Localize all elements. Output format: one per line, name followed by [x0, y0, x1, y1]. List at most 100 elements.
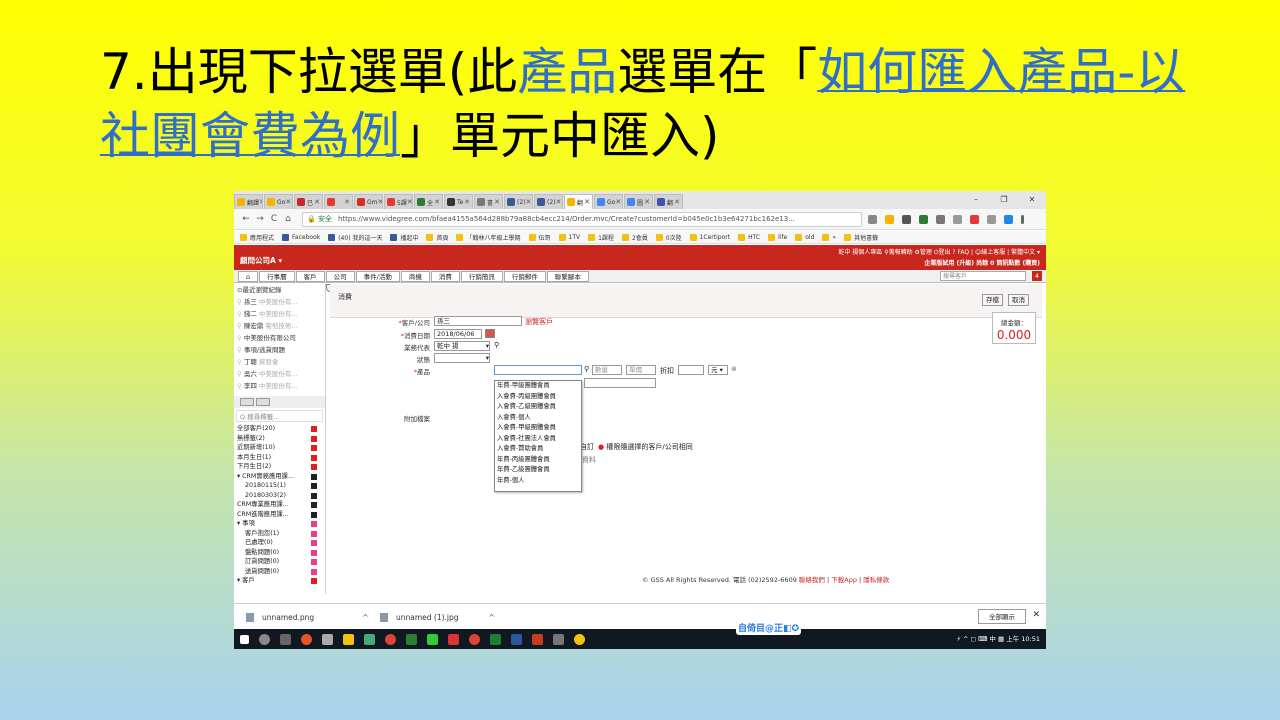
tag-item[interactable]: 本月生日(1) [234, 453, 325, 463]
maximize-button[interactable]: ❐ [990, 191, 1018, 209]
save-button[interactable]: 存檔 [982, 294, 1003, 306]
browser-tab[interactable]: 5課 ✕ [384, 194, 413, 209]
app-icon[interactable] [574, 633, 585, 645]
search-icon[interactable]: ⚲ [584, 365, 589, 373]
bookmark-item[interactable]: HTC [738, 233, 760, 241]
bookmark-item[interactable]: life [768, 233, 787, 241]
browse-customer-link[interactable]: 瀏覽客戶 [525, 317, 553, 327]
task-view-icon[interactable] [280, 633, 291, 645]
customer-search-input[interactable]: 搜尋客戶 [940, 271, 1026, 281]
tag-item[interactable]: CRM進階應用課... [234, 510, 325, 520]
close-tab-icon[interactable]: ✕ [285, 198, 291, 206]
status-select[interactable]: ▾ [434, 353, 490, 363]
firefox-icon[interactable] [301, 633, 312, 645]
back-icon[interactable]: ← [240, 214, 252, 224]
bookmark-item[interactable]: 播起中 [390, 233, 418, 242]
dropdown-option[interactable]: 入會費-個人 [495, 413, 581, 424]
tag-item[interactable]: 客戶抱怨(1) [234, 529, 325, 539]
customer-input[interactable]: 孫三 [434, 316, 522, 326]
bookmark-item[interactable]: 0次陸 [655, 233, 682, 242]
tag-item[interactable]: ▾ 客戶 [234, 576, 325, 586]
dropdown-option[interactable]: 入會費-丙級團體會員 [495, 392, 581, 403]
header-user-links[interactable]: 乾中 揚個人專區 ⚲蒐報轉助 ⚙管理 ⏻登出 ? FAQ | ☺線上客服 | 繁… [838, 247, 1040, 257]
url-input[interactable]: 🔒 安全 https://www.videgree.com/bfaea4155a… [302, 211, 862, 227]
chrome-icon[interactable] [385, 633, 396, 645]
bookmark-item[interactable]: 1TV [558, 233, 580, 241]
chevron-up-icon[interactable]: ^ [489, 613, 495, 622]
excel-icon[interactable] [490, 633, 501, 645]
minimize-button[interactable]: – [962, 191, 990, 209]
dropdown-option[interactable]: 入會費-乙級團體會員 [495, 402, 581, 413]
bookmark-item[interactable]: 1Certiport [689, 233, 730, 241]
tag-item[interactable]: 20180115(1) [234, 481, 325, 491]
extension-icon[interactable] [970, 214, 979, 224]
recent-item[interactable]: ⚲ 孫三 中美股份有... [234, 296, 325, 308]
calendar-icon[interactable] [485, 329, 495, 338]
chrome-icon[interactable] [469, 633, 480, 645]
close-window-button[interactable]: ✕ [1018, 191, 1046, 209]
recent-item[interactable]: ⚲ 中美股份有限公司 [234, 332, 325, 344]
browser-tab[interactable]: 翻 ✕ [564, 194, 593, 209]
folder-icon[interactable] [343, 633, 354, 645]
app-icon[interactable] [364, 633, 375, 645]
bookmark-item[interactable]: 伍哥 [528, 233, 551, 242]
date-input[interactable]: 2018/06/06 [434, 329, 482, 339]
recent-item[interactable]: ⚲ 丁聰 資發會 [234, 356, 325, 368]
menu-item[interactable]: 行銷簡訊 [460, 270, 503, 282]
show-all-button[interactable]: 全部顯示 [978, 609, 1026, 624]
word-icon[interactable] [511, 633, 522, 645]
star-icon[interactable] [256, 398, 270, 406]
windows-start-icon[interactable] [240, 634, 249, 644]
tag-search-input[interactable]: Q 搜尋標籤... [236, 410, 323, 422]
close-tab-icon[interactable]: ✕ [259, 198, 262, 206]
tag-icon[interactable] [240, 398, 254, 406]
browser-tab[interactable]: 翻 ✕ [654, 194, 683, 209]
browser-tab[interactable]: 翻譯✕ [234, 194, 263, 209]
zoom-icon[interactable] [868, 214, 877, 224]
home-icon[interactable]: ⌂ [282, 214, 294, 224]
download-item[interactable]: unnamed.png ^ [246, 610, 369, 624]
search-icon[interactable] [259, 633, 270, 645]
close-tab-icon[interactable]: ✕ [314, 198, 320, 206]
browser-tab[interactable]: Gm ✕ [354, 194, 383, 209]
privacy-link[interactable]: 隱私條款 [863, 576, 889, 584]
close-tab-icon[interactable]: ✕ [434, 198, 440, 206]
browser-tab[interactable]: Te ✕ [444, 194, 473, 209]
company-switcher[interactable]: 顧問公司A ▾ [240, 255, 282, 266]
bookmark-item[interactable]: 其他書籤 [844, 233, 878, 242]
search-icon[interactable]: ⚲ [494, 341, 499, 349]
bookmark-item[interactable]: 2會員 [621, 233, 648, 242]
close-tab-icon[interactable]: ✕ [644, 198, 650, 206]
privacy-inherit[interactable]: ● 權限隨選擇的客戶/公司相同 [598, 442, 693, 452]
menu-item[interactable]: 公司 [325, 270, 355, 282]
star-icon[interactable] [885, 214, 894, 224]
mail-icon[interactable] [902, 214, 911, 224]
contact-link[interactable]: 聯絡我們 [799, 576, 825, 584]
bookmark-item[interactable]: Facebook [282, 233, 320, 241]
tag-item[interactable]: 送貨問題(0) [234, 567, 325, 577]
extension-icon[interactable] [919, 214, 928, 224]
close-tab-icon[interactable]: ✕ [584, 198, 590, 206]
notification-badge[interactable]: 4 [1032, 271, 1042, 281]
powerpoint-icon[interactable] [532, 633, 543, 645]
tag-item[interactable]: ▾ CRM實務應用課... [234, 472, 325, 482]
description-input[interactable] [584, 378, 656, 388]
tag-item[interactable]: ▾ 事項 [234, 519, 325, 529]
close-tab-icon[interactable]: ✕ [615, 198, 621, 206]
cancel-button[interactable]: 取消 [1008, 294, 1029, 306]
download-app-link[interactable]: 下載App [831, 576, 857, 584]
browser-tab[interactable]: 圖 ✕ [624, 194, 653, 209]
bookmark-item[interactable]: (40) 我的這一天 [328, 233, 382, 242]
recent-item[interactable]: ⚲ 吳六 中美股份有... [234, 368, 325, 380]
browser-tab[interactable]: (2) ✕ [534, 194, 563, 209]
extension-icon[interactable] [987, 214, 996, 224]
tag-item[interactable]: 盤點問題(0) [234, 548, 325, 558]
dropdown-option[interactable]: 入會費-贊助會員 [495, 444, 581, 455]
menu-item[interactable]: 消費 [430, 270, 460, 282]
wechat-icon[interactable] [427, 633, 438, 645]
tag-item[interactable]: 已處理(0) [234, 538, 325, 548]
dropdown-option[interactable]: 年費-個人 [495, 476, 581, 487]
browser-tab[interactable]: (2) ✕ [504, 194, 533, 209]
dropdown-option[interactable]: 年費-丙級團體會員 [495, 455, 581, 466]
close-tab-icon[interactable]: ✕ [526, 198, 532, 206]
